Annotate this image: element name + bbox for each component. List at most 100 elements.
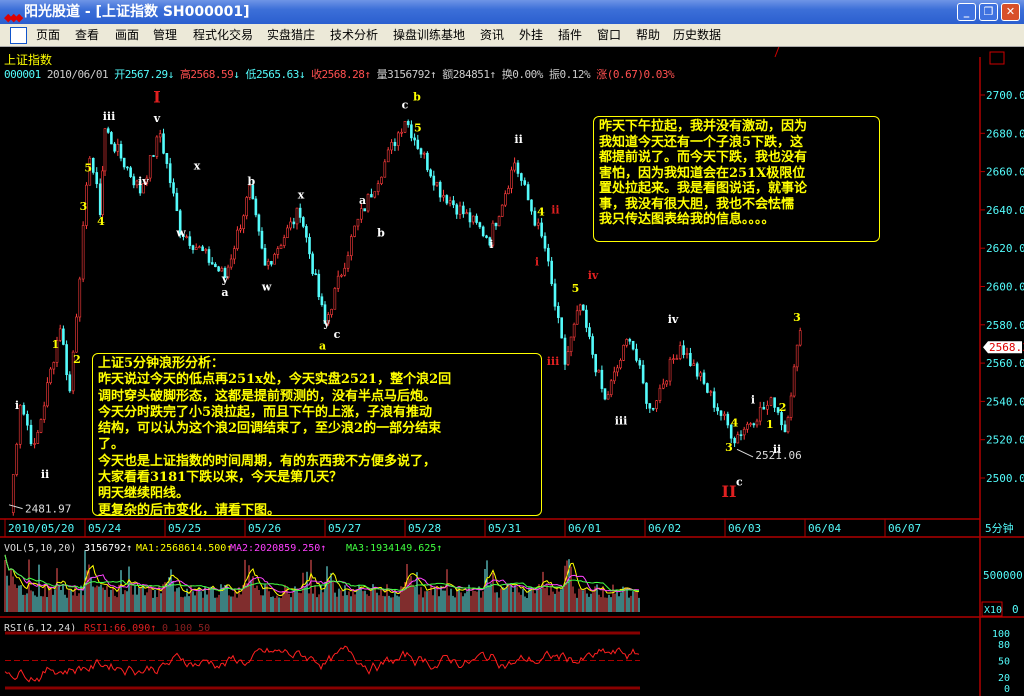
candle-body <box>648 403 652 409</box>
wave-label: ii <box>551 204 559 217</box>
candle-body <box>733 437 736 444</box>
wave-label: 1 <box>766 418 774 431</box>
candle-body <box>575 310 579 325</box>
layout-toggle-icon[interactable] <box>989 51 1005 65</box>
candle-body <box>162 133 165 154</box>
candle-body <box>165 153 169 164</box>
candle-body <box>346 255 350 269</box>
menu-item[interactable]: 页面 <box>36 24 60 47</box>
restore-button[interactable]: ❐ <box>979 3 998 21</box>
candle-body <box>403 121 407 133</box>
x-tick-label: 06/04 <box>808 522 841 535</box>
wave-label: a <box>319 340 326 353</box>
note-line: 了。 <box>98 437 125 453</box>
candle-body <box>742 428 746 436</box>
close-button[interactable]: ✕ <box>1001 3 1020 21</box>
candle-body <box>386 149 390 163</box>
candle-body <box>798 330 802 346</box>
chart-app-icon[interactable] <box>10 27 27 44</box>
candle-body <box>581 304 585 311</box>
candle-body <box>363 208 366 212</box>
note-line: 昨天说过今天的低点再251x处，今天实盘2521，整个浪2回 <box>98 372 452 388</box>
candle-body <box>39 419 43 433</box>
candle-body <box>616 367 619 373</box>
menu-item[interactable]: 画面 <box>115 24 139 47</box>
candle-body <box>198 246 201 249</box>
candle-body <box>62 328 65 345</box>
wave-label: iv <box>588 269 599 282</box>
wave-label: 4 <box>537 206 545 219</box>
candle-body <box>536 222 540 226</box>
candle-body <box>468 212 472 223</box>
menu-item[interactable]: 帮助 <box>636 24 660 47</box>
wave-label: 5 <box>572 282 580 295</box>
candle-body <box>594 354 598 373</box>
candle-body <box>635 348 638 361</box>
candle-body <box>330 308 333 315</box>
candle-body <box>292 221 296 225</box>
menu-item[interactable]: 技术分析 <box>330 24 378 47</box>
candle-body <box>42 405 46 420</box>
candle-body <box>773 397 776 408</box>
candle-body <box>709 391 713 393</box>
x-tick-label: 06/02 <box>648 522 681 535</box>
candle-body <box>152 155 155 157</box>
wave-label: 4 <box>731 416 739 429</box>
candle-body <box>273 254 276 265</box>
candle-body <box>651 407 655 410</box>
x-tick-label: 06/01 <box>568 522 601 535</box>
candle-body <box>336 275 340 289</box>
vol-ma-label: MA1:2568614.500↑ <box>136 543 232 554</box>
candle-body <box>789 395 793 418</box>
candle-body <box>591 336 594 355</box>
y-tick-label: 2600.0 <box>986 281 1024 294</box>
minimize-button[interactable]: _ <box>957 3 976 21</box>
candle-body <box>36 432 40 444</box>
candle-body <box>353 225 356 237</box>
rsi-line <box>4 645 640 683</box>
candle-body <box>530 199 533 212</box>
candle-body <box>360 208 363 220</box>
candle-body <box>239 228 242 231</box>
candle-body <box>98 183 102 215</box>
candle-body <box>471 215 475 223</box>
candle-body <box>563 337 567 365</box>
candle-body <box>438 181 442 198</box>
menu-item[interactable]: 操盘训练基地 <box>393 24 465 47</box>
candle-body <box>426 152 429 171</box>
candle-body <box>81 225 85 280</box>
candle-body <box>49 368 52 384</box>
candle-body <box>373 191 377 198</box>
menu-item[interactable]: 管理 <box>153 24 177 47</box>
menu-item[interactable]: 窗口 <box>597 24 621 47</box>
menu-item[interactable]: 查看 <box>75 24 99 47</box>
candle-body <box>29 424 33 445</box>
candle-body <box>350 236 353 256</box>
x-tick-label: 05/26 <box>248 522 281 535</box>
menu-item[interactable]: 历史数据 <box>673 24 721 47</box>
candle-body <box>553 283 557 307</box>
candle-body <box>126 166 129 169</box>
candle-body <box>560 317 563 339</box>
menu-item[interactable]: 实盘猎庄 <box>267 24 315 47</box>
y-tick-label: 2700.0 <box>986 89 1024 102</box>
candle-body <box>783 424 787 433</box>
candle-body <box>526 184 530 201</box>
menu-item[interactable]: 程式化交易 <box>193 24 253 47</box>
candle-body <box>726 413 730 426</box>
annotation-left: 上证5分钟浪形分析： 昨天说过今天的低点再251x处，今天实盘2521，整个浪2回… <box>92 353 542 518</box>
candle-body <box>410 124 413 139</box>
menu-item[interactable]: 插件 <box>558 24 582 47</box>
candle-body <box>503 193 507 206</box>
menu-item[interactable]: 资讯 <box>480 24 504 47</box>
candle-body <box>396 132 400 146</box>
wave-label: 4 <box>97 215 105 228</box>
candle-body <box>572 323 576 338</box>
candle-body <box>400 131 403 134</box>
candle-body <box>266 260 270 266</box>
menu-item[interactable]: 外挂 <box>519 24 543 47</box>
candle-body <box>516 162 520 174</box>
candle-body <box>494 222 498 227</box>
candle-body <box>507 188 510 195</box>
wave-label: y <box>221 273 229 286</box>
